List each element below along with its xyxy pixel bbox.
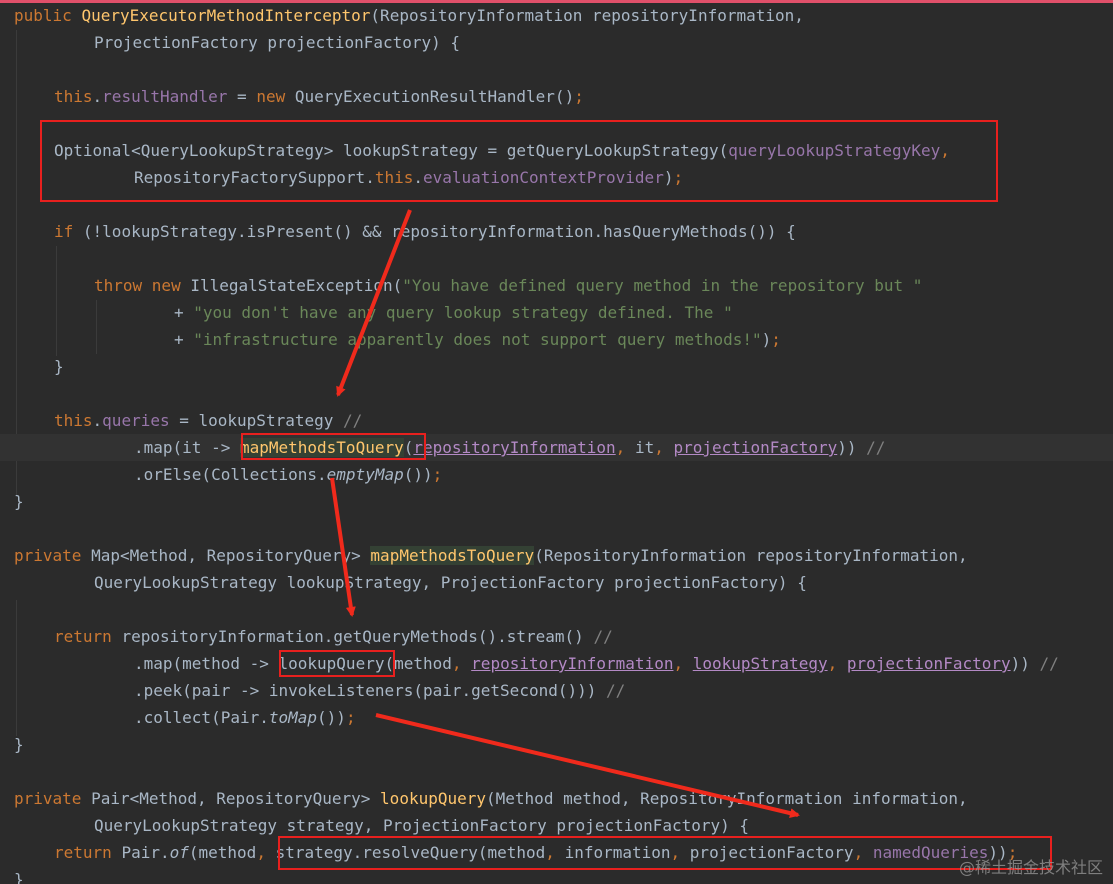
arrow-to-map-methods [336, 209, 412, 397]
watermark: @稀土掘金技术社区 [958, 858, 1103, 877]
arrow-to-resolve-query [375, 713, 800, 819]
annotation-arrows [330, 209, 800, 819]
code-editor[interactable]: public QueryExecutorMethodInterceptor(Re… [0, 0, 1113, 884]
arrow-to-lookup-query [330, 477, 356, 617]
